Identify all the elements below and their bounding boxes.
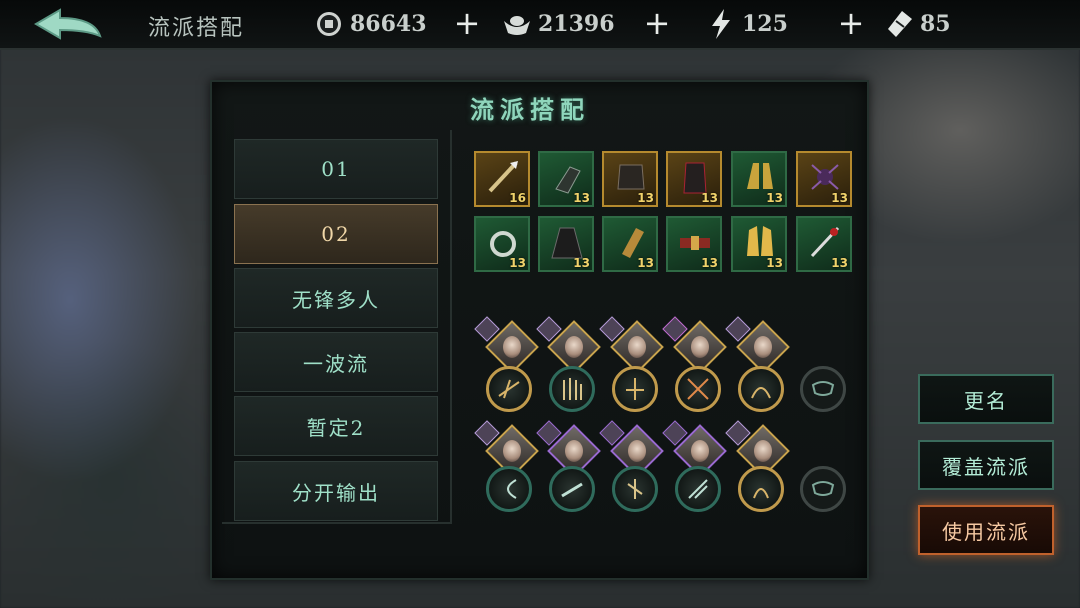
preset-item[interactable]: 一波流 <box>234 332 438 392</box>
preset-item[interactable]: 暂定2 <box>234 396 438 456</box>
skill-slot[interactable] <box>675 366 721 412</box>
skill-icon <box>626 378 644 400</box>
equipment-level: 13 <box>573 256 590 270</box>
skill-icon <box>563 378 582 400</box>
jade-pendant-icon <box>490 231 516 257</box>
blade-icon <box>810 226 840 258</box>
skill-icon <box>561 482 583 498</box>
add-energy-button[interactable]: + <box>836 7 866 39</box>
mask-icon <box>811 481 835 496</box>
skill-slot[interactable] <box>486 466 532 512</box>
skill-slot[interactable] <box>486 366 532 412</box>
equipment-level: 13 <box>701 256 718 270</box>
energy-counter: 125 <box>706 6 788 42</box>
equipment-level: 13 <box>573 191 590 205</box>
equipment-slot[interactable]: 13 <box>602 151 658 207</box>
coin-value: 86643 <box>350 11 427 37</box>
skill-icon <box>498 379 520 399</box>
skill-slot[interactable] <box>549 466 595 512</box>
equipment-slot[interactable]: 16 <box>474 151 530 207</box>
back-button[interactable] <box>30 6 110 42</box>
equipment-slot[interactable]: 13 <box>731 216 787 272</box>
equipment-level: 13 <box>831 256 848 270</box>
equipment-level: 13 <box>766 191 783 205</box>
ticket-counter: 85 <box>884 6 951 42</box>
skill-icon <box>687 378 709 400</box>
preset-item[interactable]: 分开输出 <box>234 461 438 521</box>
equipment-level: 13 <box>831 191 848 205</box>
skill-icon <box>688 479 708 499</box>
equipment-level: 13 <box>637 191 654 205</box>
coin-icon <box>314 9 344 39</box>
gauntlet-icon <box>555 166 581 194</box>
spider-claw-icon <box>811 164 839 190</box>
equipment-slot[interactable]: 13 <box>602 216 658 272</box>
back-arrow-icon <box>34 8 102 40</box>
bracer-icon <box>622 228 644 258</box>
coin-counter: 86643 <box>314 6 427 42</box>
boots-icon <box>747 163 773 189</box>
equipment-slot[interactable]: 13 <box>666 216 722 272</box>
empty-skill-slot[interactable] <box>800 466 846 512</box>
equipment-slot[interactable]: 13 <box>538 216 594 272</box>
equipment-level: 13 <box>766 256 783 270</box>
add-silver-button[interactable]: + <box>642 7 672 39</box>
panel-title: 流派搭配 <box>470 95 590 124</box>
equipment-level: 13 <box>509 256 526 270</box>
overwrite-build-button[interactable]: 覆盖流派 <box>918 440 1054 490</box>
equipment-slot[interactable]: 13 <box>538 151 594 207</box>
energy-value: 125 <box>742 11 788 37</box>
skill-slot[interactable] <box>738 366 784 412</box>
belt-icon <box>680 236 710 250</box>
skill-icon <box>507 479 517 499</box>
skill-slot[interactable] <box>549 366 595 412</box>
armor-icon <box>617 164 645 190</box>
equipment-level: 13 <box>701 191 718 205</box>
equipment-slot[interactable]: 13 <box>666 151 722 207</box>
silver-ingot-icon <box>502 9 532 39</box>
equipment-level: 16 <box>509 191 526 205</box>
skill-slot[interactable] <box>612 466 658 512</box>
skill-slot[interactable] <box>738 466 784 512</box>
equipment-level: 13 <box>637 256 654 270</box>
equipment-slot[interactable]: 13 <box>796 216 852 272</box>
equipment-slot[interactable]: 13 <box>796 151 852 207</box>
skill-icon <box>753 488 769 499</box>
golden-boots-icon <box>747 226 773 256</box>
skill-icon <box>627 479 643 499</box>
silver-value: 21396 <box>538 11 615 37</box>
preset-item[interactable]: 01 <box>234 139 438 199</box>
use-build-button[interactable]: 使用流派 <box>918 505 1054 555</box>
skill-slot[interactable] <box>612 366 658 412</box>
ticket-value: 85 <box>920 11 951 37</box>
lightning-icon <box>706 9 736 39</box>
ticket-icon <box>884 9 914 39</box>
spear-icon <box>488 161 518 193</box>
robe-icon <box>683 162 707 194</box>
add-coin-button[interactable]: + <box>452 7 482 39</box>
cloak-icon <box>551 227 583 259</box>
preset-item-selected[interactable]: 02 <box>234 204 438 264</box>
mask-icon <box>811 381 835 396</box>
preset-item[interactable]: 无锋多人 <box>234 268 438 328</box>
rename-button[interactable]: 更名 <box>918 374 1054 424</box>
equipment-slot[interactable]: 13 <box>474 216 530 272</box>
silver-counter: 21396 <box>502 6 615 42</box>
skill-slot[interactable] <box>675 466 721 512</box>
page-title: 流派搭配 <box>148 16 245 41</box>
equipment-slot[interactable]: 13 <box>731 151 787 207</box>
skill-icon <box>751 387 771 399</box>
empty-skill-slot[interactable] <box>800 366 846 412</box>
top-bar: 流派搭配 86643 + 21396 + 125 + 85 <box>0 0 1080 50</box>
